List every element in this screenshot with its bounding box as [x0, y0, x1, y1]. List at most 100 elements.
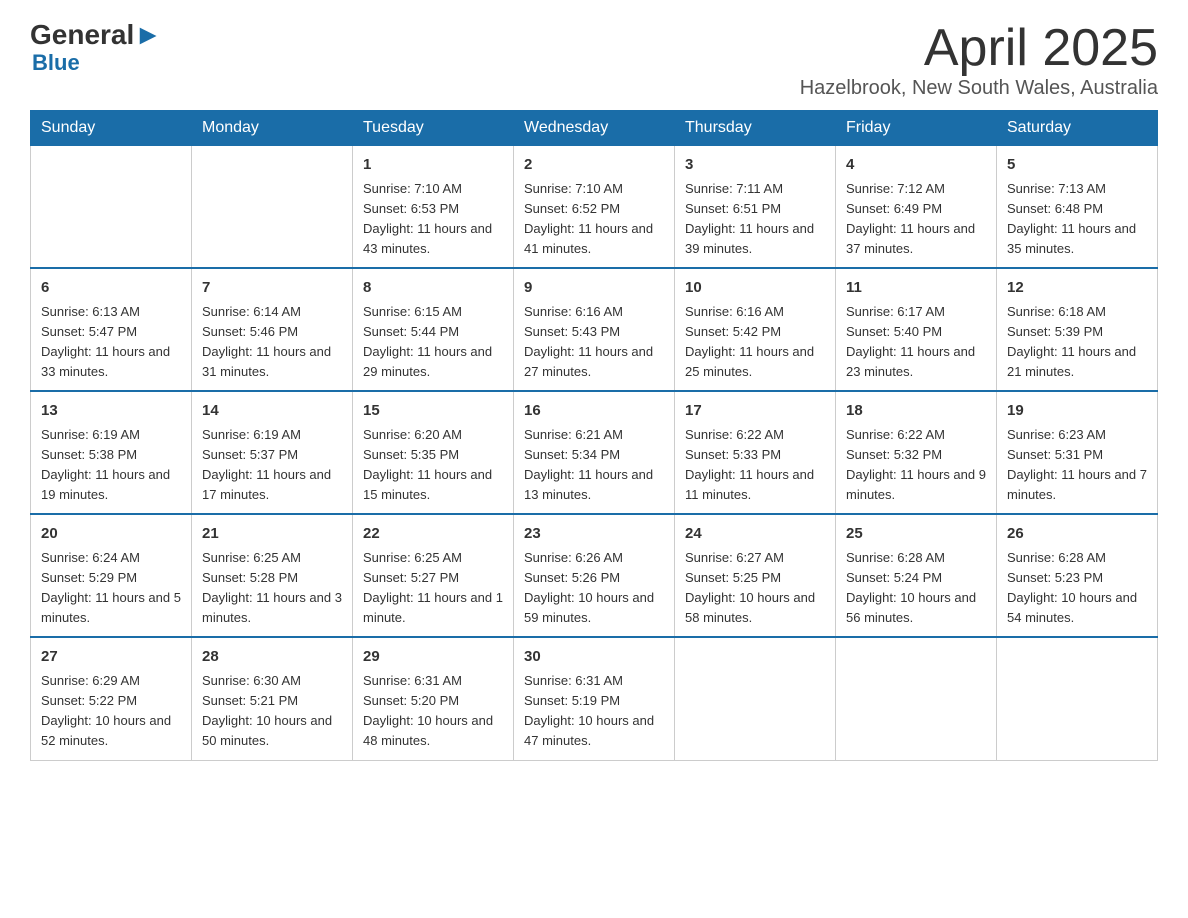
table-row: 24Sunrise: 6:27 AMSunset: 5:25 PMDayligh…	[675, 514, 836, 637]
day-number: 6	[41, 277, 181, 300]
day-info: Sunrise: 6:22 AMSunset: 5:32 PMDaylight:…	[846, 425, 986, 506]
table-row: 27Sunrise: 6:29 AMSunset: 5:22 PMDayligh…	[31, 637, 192, 760]
table-row: 11Sunrise: 6:17 AMSunset: 5:40 PMDayligh…	[836, 268, 997, 391]
header-sunday: Sunday	[31, 111, 192, 146]
day-info: Sunrise: 6:13 AMSunset: 5:47 PMDaylight:…	[41, 302, 181, 383]
day-number: 4	[846, 154, 986, 177]
day-number: 9	[524, 277, 664, 300]
day-info: Sunrise: 6:16 AMSunset: 5:42 PMDaylight:…	[685, 302, 825, 383]
table-row	[192, 146, 353, 269]
logo-blue-text: ►	[134, 20, 162, 51]
table-row: 30Sunrise: 6:31 AMSunset: 5:19 PMDayligh…	[514, 637, 675, 760]
day-info: Sunrise: 6:21 AMSunset: 5:34 PMDaylight:…	[524, 425, 664, 506]
table-row: 6Sunrise: 6:13 AMSunset: 5:47 PMDaylight…	[31, 268, 192, 391]
location-title: Hazelbrook, New South Wales, Australia	[800, 77, 1158, 100]
table-row	[997, 637, 1158, 760]
table-row: 15Sunrise: 6:20 AMSunset: 5:35 PMDayligh…	[353, 391, 514, 514]
day-number: 24	[685, 523, 825, 546]
month-title: April 2025	[800, 20, 1158, 77]
day-number: 28	[202, 646, 342, 669]
table-row: 21Sunrise: 6:25 AMSunset: 5:28 PMDayligh…	[192, 514, 353, 637]
day-number: 18	[846, 400, 986, 423]
logo-blue-label: Blue	[32, 51, 80, 75]
table-row: 18Sunrise: 6:22 AMSunset: 5:32 PMDayligh…	[836, 391, 997, 514]
header-saturday: Saturday	[997, 111, 1158, 146]
table-row	[836, 637, 997, 760]
day-info: Sunrise: 7:10 AMSunset: 6:52 PMDaylight:…	[524, 179, 664, 260]
day-number: 10	[685, 277, 825, 300]
day-info: Sunrise: 6:28 AMSunset: 5:24 PMDaylight:…	[846, 548, 986, 629]
day-info: Sunrise: 6:30 AMSunset: 5:21 PMDaylight:…	[202, 671, 342, 752]
table-row: 7Sunrise: 6:14 AMSunset: 5:46 PMDaylight…	[192, 268, 353, 391]
table-row: 25Sunrise: 6:28 AMSunset: 5:24 PMDayligh…	[836, 514, 997, 637]
page-header: General ► Blue April 2025 Hazelbrook, Ne…	[30, 20, 1158, 100]
day-info: Sunrise: 6:17 AMSunset: 5:40 PMDaylight:…	[846, 302, 986, 383]
title-section: April 2025 Hazelbrook, New South Wales, …	[800, 20, 1158, 100]
day-number: 22	[363, 523, 503, 546]
day-number: 13	[41, 400, 181, 423]
day-number: 12	[1007, 277, 1147, 300]
day-number: 14	[202, 400, 342, 423]
day-info: Sunrise: 6:24 AMSunset: 5:29 PMDaylight:…	[41, 548, 181, 629]
day-number: 27	[41, 646, 181, 669]
table-row: 1Sunrise: 7:10 AMSunset: 6:53 PMDaylight…	[353, 146, 514, 269]
day-number: 1	[363, 154, 503, 177]
day-number: 2	[524, 154, 664, 177]
calendar-header-row: Sunday Monday Tuesday Wednesday Thursday…	[31, 111, 1158, 146]
header-monday: Monday	[192, 111, 353, 146]
header-friday: Friday	[836, 111, 997, 146]
table-row: 13Sunrise: 6:19 AMSunset: 5:38 PMDayligh…	[31, 391, 192, 514]
day-info: Sunrise: 6:16 AMSunset: 5:43 PMDaylight:…	[524, 302, 664, 383]
day-info: Sunrise: 6:31 AMSunset: 5:20 PMDaylight:…	[363, 671, 503, 752]
table-row: 12Sunrise: 6:18 AMSunset: 5:39 PMDayligh…	[997, 268, 1158, 391]
day-info: Sunrise: 6:19 AMSunset: 5:38 PMDaylight:…	[41, 425, 181, 506]
table-row: 4Sunrise: 7:12 AMSunset: 6:49 PMDaylight…	[836, 146, 997, 269]
day-info: Sunrise: 6:25 AMSunset: 5:28 PMDaylight:…	[202, 548, 342, 629]
day-info: Sunrise: 7:13 AMSunset: 6:48 PMDaylight:…	[1007, 179, 1147, 260]
day-number: 20	[41, 523, 181, 546]
table-row: 23Sunrise: 6:26 AMSunset: 5:26 PMDayligh…	[514, 514, 675, 637]
table-row: 10Sunrise: 6:16 AMSunset: 5:42 PMDayligh…	[675, 268, 836, 391]
day-number: 25	[846, 523, 986, 546]
day-info: Sunrise: 6:23 AMSunset: 5:31 PMDaylight:…	[1007, 425, 1147, 506]
day-number: 19	[1007, 400, 1147, 423]
day-number: 30	[524, 646, 664, 669]
day-info: Sunrise: 6:26 AMSunset: 5:26 PMDaylight:…	[524, 548, 664, 629]
day-number: 16	[524, 400, 664, 423]
table-row	[675, 637, 836, 760]
day-info: Sunrise: 7:12 AMSunset: 6:49 PMDaylight:…	[846, 179, 986, 260]
table-row: 17Sunrise: 6:22 AMSunset: 5:33 PMDayligh…	[675, 391, 836, 514]
day-info: Sunrise: 6:25 AMSunset: 5:27 PMDaylight:…	[363, 548, 503, 629]
day-info: Sunrise: 6:22 AMSunset: 5:33 PMDaylight:…	[685, 425, 825, 506]
day-info: Sunrise: 6:20 AMSunset: 5:35 PMDaylight:…	[363, 425, 503, 506]
day-info: Sunrise: 7:11 AMSunset: 6:51 PMDaylight:…	[685, 179, 825, 260]
table-row: 8Sunrise: 6:15 AMSunset: 5:44 PMDaylight…	[353, 268, 514, 391]
day-number: 17	[685, 400, 825, 423]
table-row	[31, 146, 192, 269]
table-row: 20Sunrise: 6:24 AMSunset: 5:29 PMDayligh…	[31, 514, 192, 637]
table-row: 22Sunrise: 6:25 AMSunset: 5:27 PMDayligh…	[353, 514, 514, 637]
day-number: 7	[202, 277, 342, 300]
calendar-week-row: 20Sunrise: 6:24 AMSunset: 5:29 PMDayligh…	[31, 514, 1158, 637]
table-row: 5Sunrise: 7:13 AMSunset: 6:48 PMDaylight…	[997, 146, 1158, 269]
table-row: 3Sunrise: 7:11 AMSunset: 6:51 PMDaylight…	[675, 146, 836, 269]
table-row: 9Sunrise: 6:16 AMSunset: 5:43 PMDaylight…	[514, 268, 675, 391]
calendar-week-row: 1Sunrise: 7:10 AMSunset: 6:53 PMDaylight…	[31, 146, 1158, 269]
table-row: 28Sunrise: 6:30 AMSunset: 5:21 PMDayligh…	[192, 637, 353, 760]
day-number: 26	[1007, 523, 1147, 546]
table-row: 16Sunrise: 6:21 AMSunset: 5:34 PMDayligh…	[514, 391, 675, 514]
day-number: 29	[363, 646, 503, 669]
day-info: Sunrise: 6:31 AMSunset: 5:19 PMDaylight:…	[524, 671, 664, 752]
header-tuesday: Tuesday	[353, 111, 514, 146]
day-info: Sunrise: 6:27 AMSunset: 5:25 PMDaylight:…	[685, 548, 825, 629]
header-wednesday: Wednesday	[514, 111, 675, 146]
day-info: Sunrise: 6:18 AMSunset: 5:39 PMDaylight:…	[1007, 302, 1147, 383]
day-info: Sunrise: 6:29 AMSunset: 5:22 PMDaylight:…	[41, 671, 181, 752]
calendar-week-row: 13Sunrise: 6:19 AMSunset: 5:38 PMDayligh…	[31, 391, 1158, 514]
day-info: Sunrise: 6:28 AMSunset: 5:23 PMDaylight:…	[1007, 548, 1147, 629]
day-info: Sunrise: 6:14 AMSunset: 5:46 PMDaylight:…	[202, 302, 342, 383]
logo: General ► Blue	[30, 20, 162, 75]
day-number: 3	[685, 154, 825, 177]
day-number: 11	[846, 277, 986, 300]
header-thursday: Thursday	[675, 111, 836, 146]
